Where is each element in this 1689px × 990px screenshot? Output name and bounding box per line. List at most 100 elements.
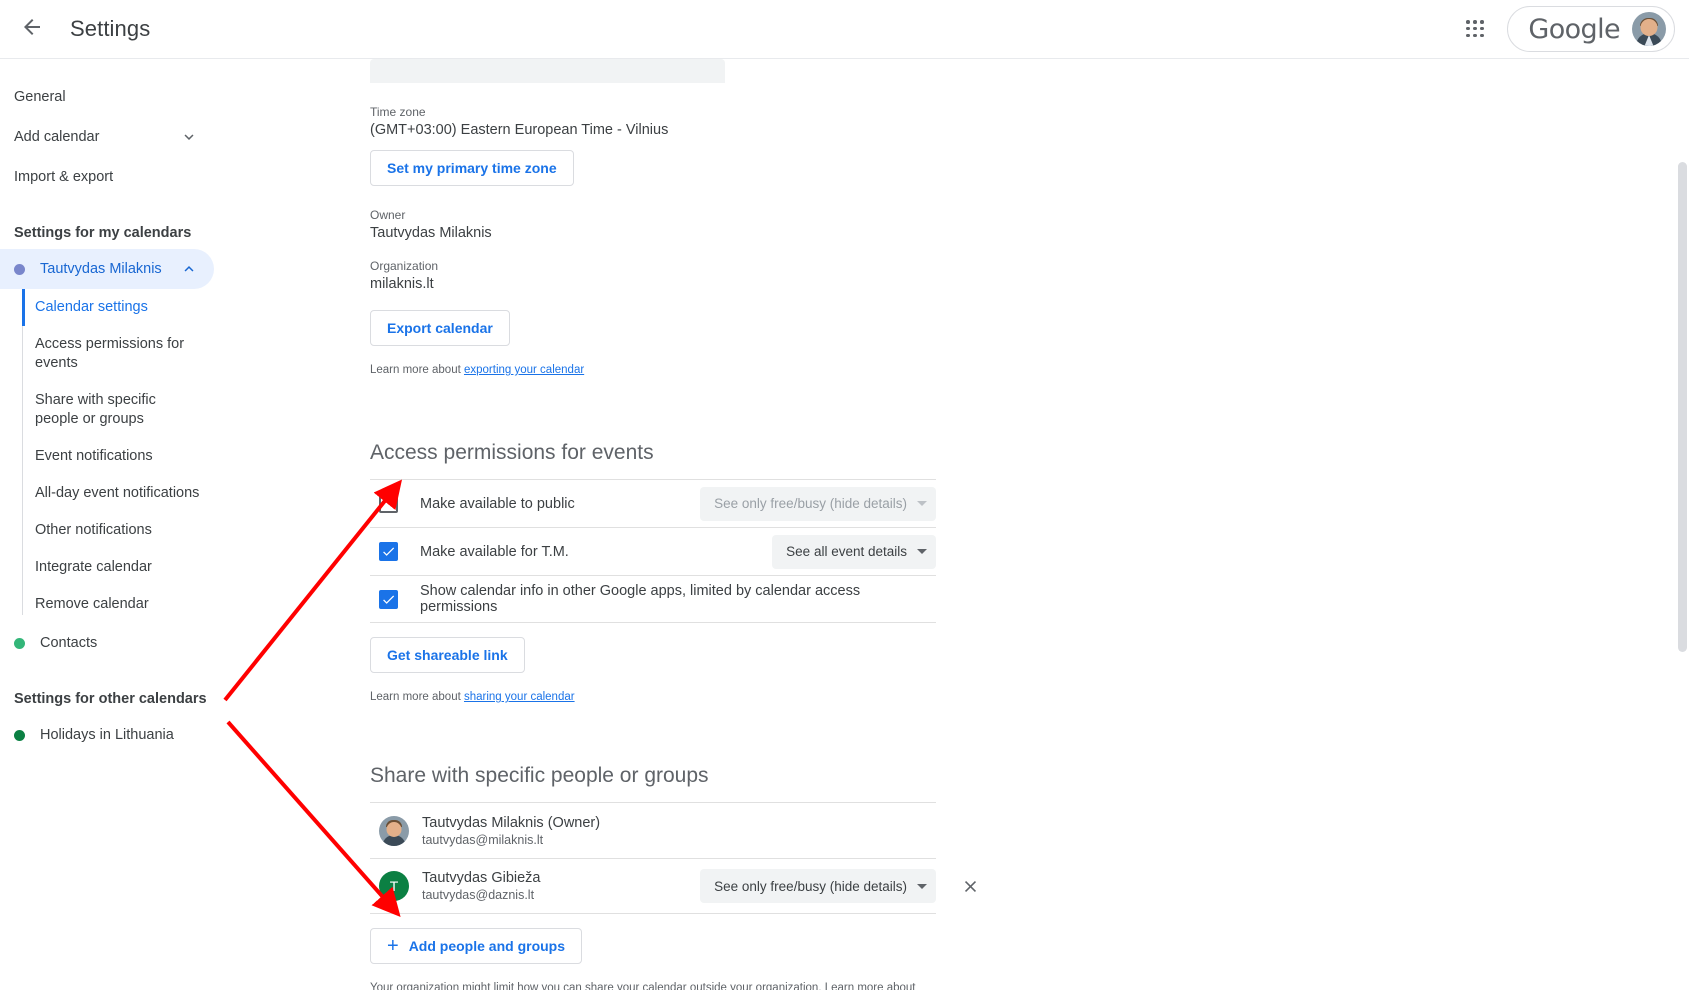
sidebar-item-general[interactable]: General (0, 77, 214, 117)
dropdown-value: See only free/busy (hide details) (714, 496, 907, 511)
chevron-down-icon (917, 501, 927, 506)
chevron-down-icon (917, 549, 927, 554)
sidebar-item-label: All-day event notifications (35, 485, 200, 501)
settings-panel: Time zone (GMT+03:00) Eastern European T… (238, 59, 1689, 990)
sidebar-item-label: Other notifications (35, 522, 152, 538)
public-visibility-dropdown: See only free/busy (hide details) (700, 486, 936, 521)
sidebar-subnav: Calendar settings Access permissions for… (0, 289, 238, 623)
organization-label: Organization (370, 259, 439, 273)
dropdown-value: See all event details (786, 544, 907, 559)
avatar-initial: T (389, 878, 399, 894)
calendar-name: Holidays in Lithuania (40, 727, 174, 743)
close-icon (964, 880, 976, 892)
sidebar-calendar-tautvydas-milaknis[interactable]: Tautvydas Milaknis (0, 249, 214, 289)
time-zone-value: (GMT+03:00) Eastern European Time - Viln… (370, 122, 669, 138)
set-primary-time-zone-button[interactable]: Set my primary time zone (370, 150, 574, 186)
person-meta: Tautvydas Gibieža tautvydas@daznis.lt (422, 870, 540, 902)
sidebar-calendar-holidays-lithuania[interactable]: Holidays in Lithuania (0, 715, 214, 755)
add-people-and-groups-button[interactable]: + Add people and groups (370, 928, 583, 964)
check-icon (383, 594, 395, 604)
person-row-guest: T Tautvydas Gibieža tautvydas@daznis.lt … (370, 858, 976, 914)
sidebar-item-other-notifications[interactable]: Other notifications (0, 512, 214, 549)
vertical-scrollbar-thumb[interactable] (1678, 162, 1687, 652)
export-calendar-button[interactable]: Export calendar (370, 310, 510, 346)
permission-label: Show calendar info in other Google apps,… (420, 583, 861, 615)
sharing-your-calendar-link[interactable]: sharing your calendar (464, 691, 575, 703)
guest-permission-dropdown[interactable]: See only free/busy (hide details) (700, 869, 936, 903)
avatar[interactable] (1632, 12, 1666, 46)
add-people-label: Add people and groups (408, 938, 566, 954)
organization-visibility-dropdown[interactable]: See all event details (772, 534, 936, 569)
make-available-for-tm-checkbox[interactable] (379, 542, 398, 561)
main-content: Time zone (GMT+03:00) Eastern European T… (238, 59, 1689, 990)
top-app-bar: Settings Google (0, 0, 1689, 59)
permission-row-organization: Make available for T.M. See all event de… (370, 527, 936, 575)
sidebar-item-remove-calendar[interactable]: Remove calendar (0, 586, 214, 623)
sidebar-section-other-calendars: Settings for other calendars (14, 691, 207, 707)
calendar-color-dot (14, 729, 25, 741)
organization-sharing-note: Your organization might limit how you ca… (370, 980, 945, 990)
access-permissions-section: Access permissions for events Make avail… (370, 441, 936, 706)
sidebar-item-import-export[interactable]: Import & export (0, 157, 214, 197)
share-with-people-section: Share with specific people or groups Tau… (370, 764, 976, 990)
permission-label: Make available to public (420, 495, 575, 512)
note-prefix: Your organization might limit how you ca… (370, 982, 916, 990)
back-button[interactable] (8, 5, 56, 53)
sidebar-item-share-with-people[interactable]: Share with specific people or groups (0, 382, 214, 438)
permission-row-google-apps: Show calendar info in other Google apps,… (370, 575, 936, 623)
chevron-up-icon[interactable] (180, 260, 198, 278)
sidebar-item-allday-notifications[interactable]: All-day event notifications (0, 475, 214, 512)
avatar: T (379, 871, 409, 901)
sidebar-item-label: Share with specific people or groups (35, 392, 156, 427)
sidebar-item-calendar-settings[interactable]: Calendar settings (0, 289, 214, 326)
sidebar-item-label: Integrate calendar (35, 559, 152, 575)
avatar (379, 815, 409, 846)
get-shareable-link-button[interactable]: Get shareable link (370, 637, 525, 673)
owner-value: Tautvydas Milaknis (370, 225, 492, 241)
account-button[interactable]: Google (1507, 6, 1675, 52)
person-name: Tautvydas Milaknis (Owner) (422, 814, 601, 831)
sidebar-calendar-contacts[interactable]: Contacts (0, 623, 214, 663)
sidebar-item-label: Remove calendar (35, 596, 149, 612)
sidebar-item-label: General (14, 89, 66, 105)
calendar-description-field-partial[interactable] (370, 59, 725, 83)
permission-label: Make available for T.M. (420, 543, 569, 560)
app-root: Settings Google General Add calendar Imp… (0, 0, 1689, 990)
plus-icon: + (387, 935, 399, 957)
person-name: Tautvydas Gibieža (422, 870, 541, 886)
learn-more-prefix: Learn more about (370, 364, 464, 376)
show-calendar-info-checkbox[interactable] (379, 589, 398, 609)
top-bar-right-group: Google (1455, 6, 1689, 52)
sidebar-item-access-permissions[interactable]: Access permissions for events (0, 326, 214, 382)
exporting-your-calendar-link[interactable]: exporting your calendar (464, 364, 584, 376)
sidebar-item-label: Add calendar (14, 129, 100, 145)
time-zone-label: Time zone (370, 105, 426, 119)
calendar-color-dot (14, 637, 25, 649)
arrow-left-icon (20, 15, 44, 44)
apps-grid-icon[interactable] (1455, 9, 1495, 49)
google-wordmark: Google (1528, 13, 1620, 45)
owner-group: Owner Tautvydas Milaknis (370, 208, 936, 241)
person-meta: Tautvydas Milaknis (Owner) tautvydas@mil… (422, 815, 600, 847)
chevron-down-icon (917, 883, 927, 889)
person-row-owner: Tautvydas Milaknis (Owner) tautvydas@mil… (370, 802, 936, 858)
sidebar: General Add calendar Import & export Set… (0, 59, 238, 990)
vertical-scrollbar-track[interactable] (1674, 59, 1689, 990)
page-title: Settings (70, 16, 151, 41)
permission-row-public: Make available to public See only free/b… (370, 479, 936, 527)
sidebar-item-integrate-calendar[interactable]: Integrate calendar (0, 549, 214, 586)
person-email: tautvydas@milaknis.lt (422, 832, 544, 847)
apps-grid-dots (1466, 20, 1484, 38)
sharing-learn-more: Learn more about sharing your calendar (370, 689, 936, 706)
sidebar-item-label: Event notifications (35, 448, 153, 464)
sidebar-item-label: Import & export (14, 169, 114, 185)
sidebar-item-label: Calendar settings (35, 299, 148, 315)
remove-person-button[interactable] (960, 876, 980, 896)
calendar-name: Contacts (40, 635, 98, 651)
check-icon (383, 547, 395, 556)
make-available-to-public-checkbox[interactable] (379, 494, 398, 513)
sidebar-item-event-notifications[interactable]: Event notifications (0, 438, 214, 475)
sidebar-item-add-calendar[interactable]: Add calendar (0, 117, 214, 157)
calendar-color-dot (14, 263, 25, 275)
access-permissions-title: Access permissions for events (370, 441, 654, 464)
